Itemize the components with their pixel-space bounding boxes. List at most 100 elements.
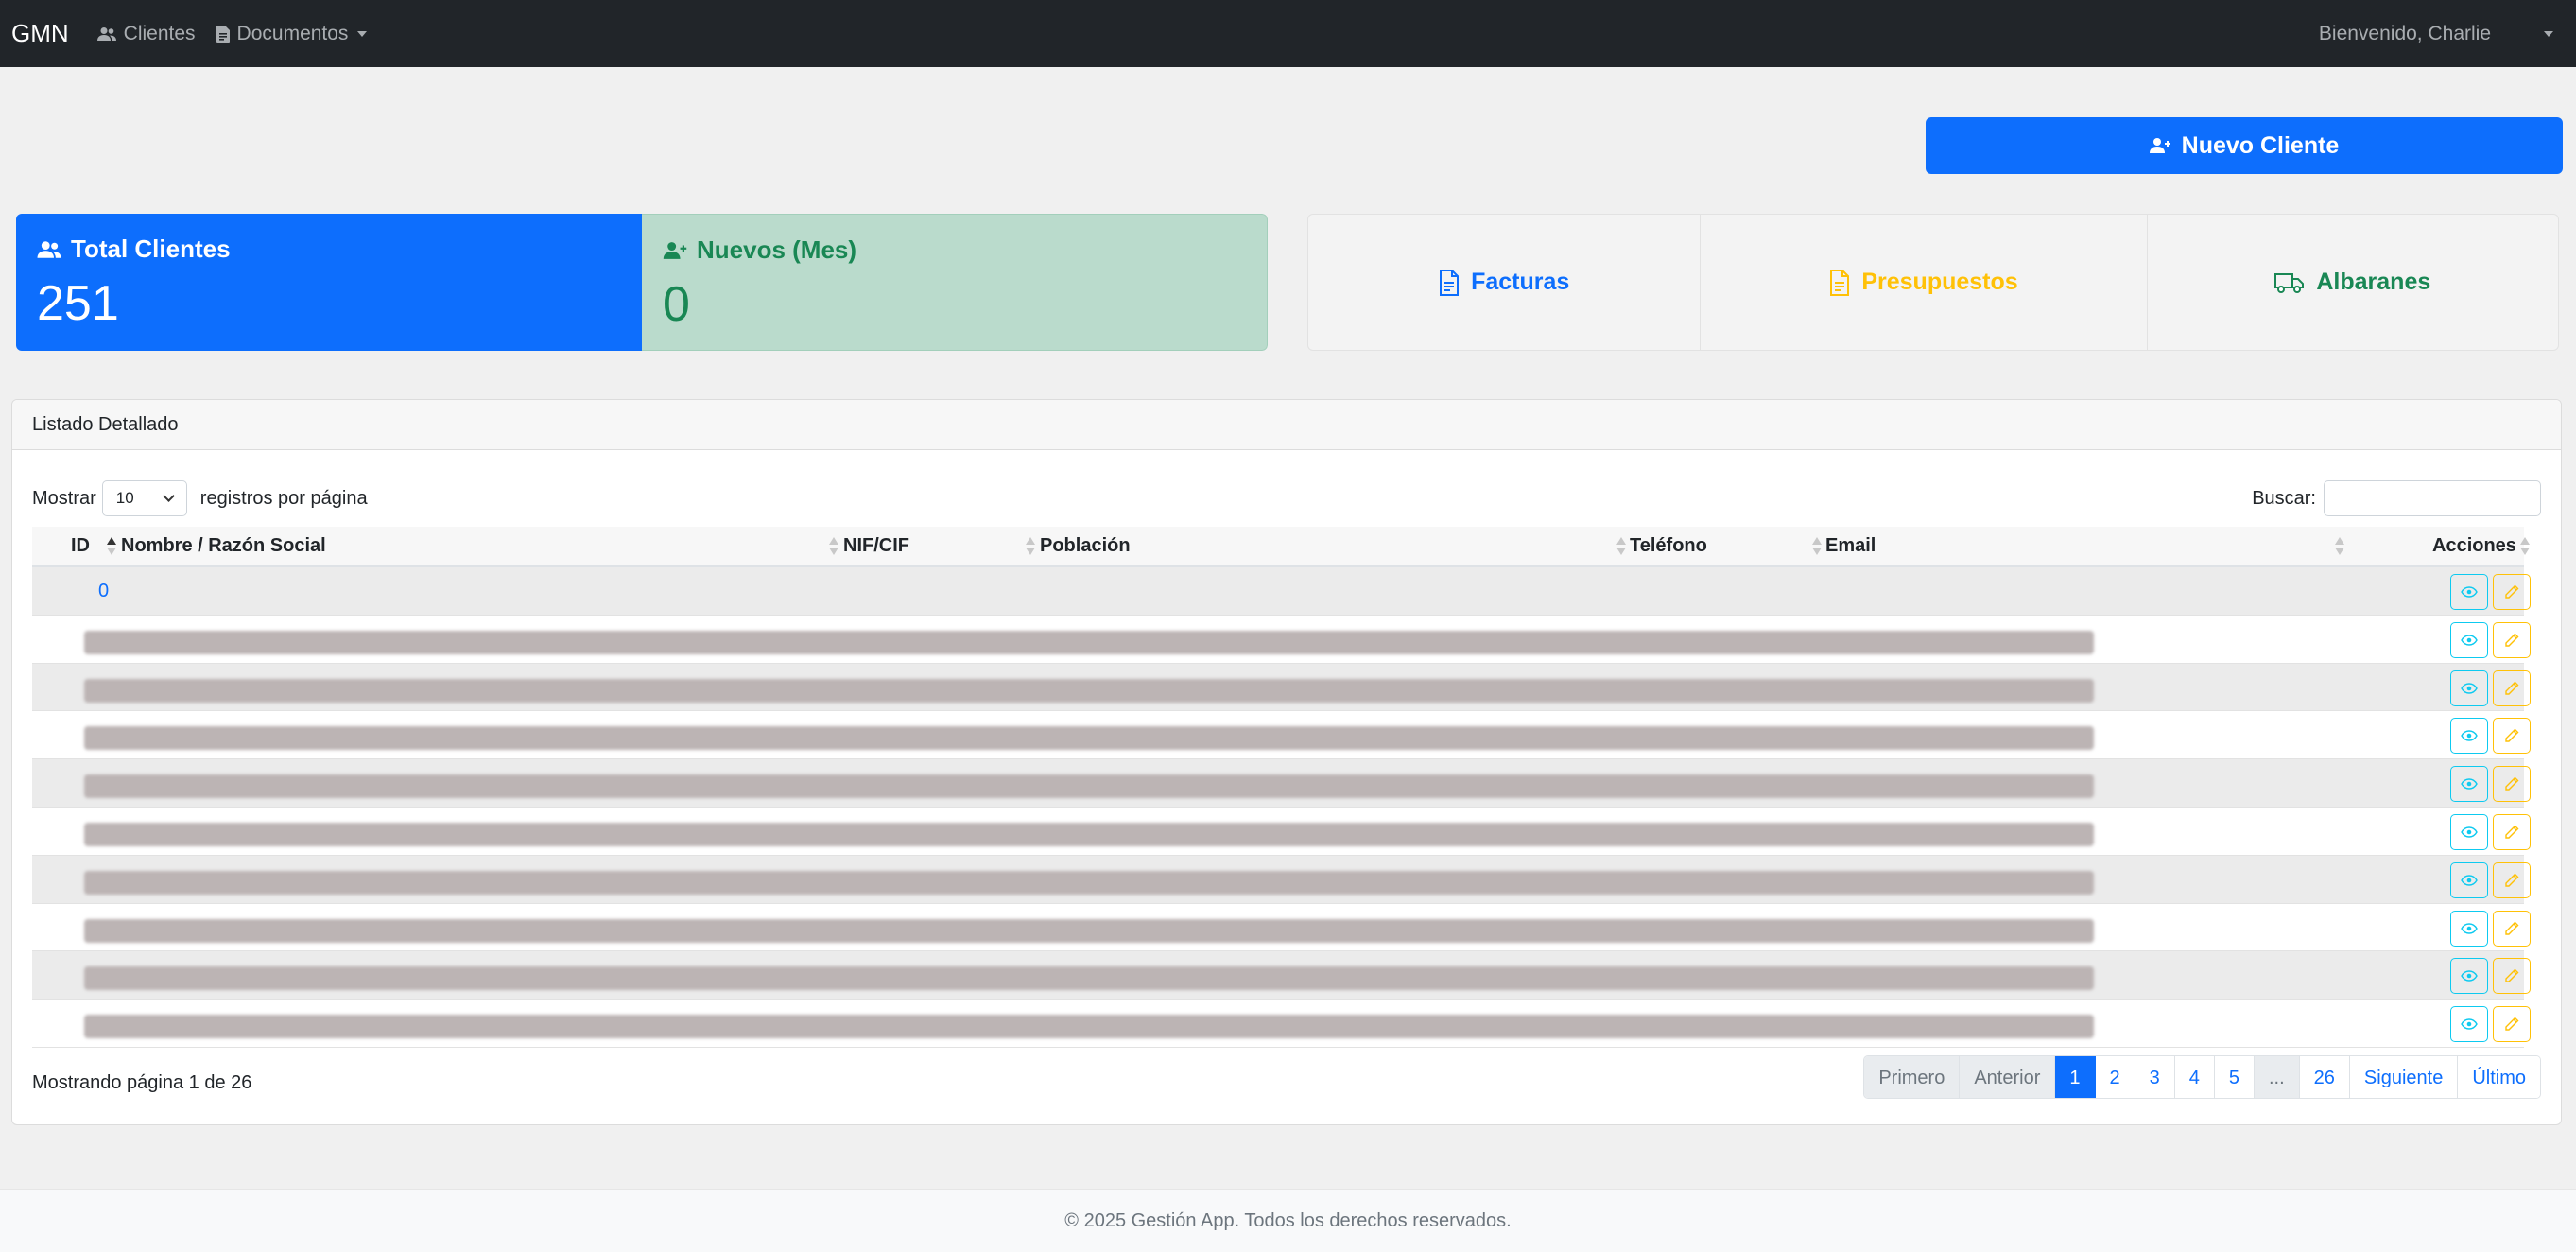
edit-button[interactable]	[2493, 718, 2531, 755]
page-3[interactable]: 3	[2135, 1056, 2175, 1098]
col-population[interactable]: Población	[1040, 527, 1131, 565]
page-next[interactable]: Siguiente	[2349, 1056, 2459, 1098]
page-size-select[interactable]: 10	[101, 480, 187, 516]
edit-button[interactable]	[2493, 861, 2531, 898]
page-last[interactable]: Último	[2458, 1056, 2540, 1098]
view-button[interactable]	[2450, 958, 2488, 995]
sort-icon	[2335, 537, 2344, 556]
table-row	[32, 855, 2531, 904]
new-clients-value: 0	[663, 277, 690, 332]
redacted-content	[84, 918, 2094, 943]
new-client-label: Nuevo Cliente	[2181, 131, 2340, 159]
col-nif-label: NIF/CIF	[843, 535, 909, 556]
view-button[interactable]	[2450, 718, 2488, 755]
presupuestos-link[interactable]: Presupuestos	[1701, 215, 2148, 350]
total-clients-card: Total Clientes 251	[16, 214, 642, 351]
col-email[interactable]: Email	[1825, 527, 1876, 565]
page-2[interactable]: 2	[2095, 1056, 2135, 1098]
view-button[interactable]	[2450, 766, 2488, 803]
user-greeting: Bienvenido, Charlie	[2318, 22, 2491, 44]
page-footer: © 2025 Gestión App. Todos los derechos r…	[0, 1189, 2576, 1252]
eye-icon	[2461, 970, 2478, 982]
new-client-button[interactable]: Nuevo Cliente	[1926, 117, 2563, 174]
edit-button[interactable]	[2493, 621, 2531, 658]
table-row	[32, 711, 2531, 760]
edit-button[interactable]	[2493, 1006, 2531, 1043]
page-5[interactable]: 5	[2214, 1056, 2255, 1098]
albaranes-link[interactable]: Albaranes	[2148, 215, 2558, 350]
view-button[interactable]	[2450, 669, 2488, 706]
user-menu-dropdown[interactable]: Bienvenido, Charlie	[2319, 0, 2553, 67]
eye-icon	[2461, 586, 2478, 598]
eye-icon	[2461, 682, 2478, 694]
col-actions[interactable]: Acciones	[2432, 527, 2516, 565]
table-body: 0	[32, 567, 2531, 1048]
page-ellipsis: ...	[2255, 1056, 2300, 1098]
redacted-content	[84, 966, 2094, 991]
eye-icon	[2461, 730, 2478, 742]
col-email-label: Email	[1825, 535, 1876, 556]
edit-button[interactable]	[2493, 669, 2531, 706]
user-plus-icon	[663, 241, 687, 259]
pagination-info: Mostrando página 1 de 26	[32, 1072, 252, 1093]
per-page-label: registros por página	[199, 487, 368, 509]
col-id[interactable]: ID	[71, 527, 90, 565]
pencil-icon	[2505, 681, 2519, 695]
sort-icon	[1616, 537, 1626, 556]
page-first[interactable]: Primero	[1864, 1056, 1961, 1098]
col-actions-label: Acciones	[2432, 535, 2516, 556]
nav-clientes[interactable]: Clientes	[96, 22, 196, 45]
page-26[interactable]: 26	[2299, 1056, 2350, 1098]
col-phone[interactable]: Teléfono	[1630, 527, 1707, 565]
total-clients-label: Total Clientes	[71, 235, 231, 263]
pagination: Primero Anterior 1 2 3 4 5 ... 26 Siguie…	[1863, 1055, 2541, 1099]
table-row	[32, 904, 2531, 952]
page-4[interactable]: 4	[2174, 1056, 2215, 1098]
sort-icon	[1812, 537, 1822, 556]
page-1[interactable]: 1	[2055, 1056, 2096, 1098]
facturas-link[interactable]: Facturas	[1308, 215, 1702, 350]
page-length-control: Mostrar 10 registros por página	[32, 480, 368, 516]
page-prev[interactable]: Anterior	[1960, 1056, 2056, 1098]
col-name[interactable]: Nombre / Razón Social	[121, 527, 326, 565]
col-nif[interactable]: NIF/CIF	[843, 527, 909, 565]
edit-button[interactable]	[2493, 910, 2531, 947]
nav-clientes-label: Clientes	[123, 22, 196, 44]
nav-documentos-label: Documentos	[236, 22, 349, 44]
eye-icon	[2461, 875, 2478, 886]
users-icon	[96, 26, 116, 41]
caret-down-icon	[357, 30, 368, 37]
nav-documentos-dropdown[interactable]: Documentos	[216, 23, 368, 45]
pencil-icon	[2505, 968, 2519, 983]
edit-button[interactable]	[2493, 958, 2531, 995]
view-button[interactable]	[2450, 574, 2488, 610]
eye-icon	[2461, 1018, 2478, 1030]
table-row	[32, 759, 2531, 808]
col-id-label: ID	[71, 535, 90, 556]
eye-icon	[2461, 778, 2478, 790]
view-button[interactable]	[2450, 861, 2488, 898]
row-id-link[interactable]: 0	[98, 581, 109, 602]
user-plus-icon	[2149, 138, 2170, 153]
view-button[interactable]	[2450, 621, 2488, 658]
sort-icon	[829, 537, 838, 556]
edit-button[interactable]	[2493, 813, 2531, 850]
pencil-icon	[2505, 1017, 2519, 1031]
col-phone-label: Teléfono	[1630, 535, 1707, 556]
view-button[interactable]	[2450, 910, 2488, 947]
clients-list-card: Listado Detallado Mostrar 10 registros p…	[11, 399, 2562, 1125]
eye-icon	[2461, 635, 2478, 646]
stats-cards: Total Clientes 251 Nuevos (Mes) 0	[16, 214, 1268, 351]
edit-button[interactable]	[2493, 574, 2531, 610]
card-header: Listado Detallado	[12, 400, 2561, 450]
pencil-icon	[2505, 584, 2519, 599]
search-input[interactable]	[2324, 480, 2541, 516]
brand-logo[interactable]: GMN	[11, 19, 69, 48]
table-row	[32, 616, 2531, 664]
view-button[interactable]	[2450, 813, 2488, 850]
sort-asc-icon	[107, 537, 116, 556]
search-label: Buscar:	[2252, 487, 2316, 509]
redacted-content	[84, 870, 2094, 895]
view-button[interactable]	[2450, 1006, 2488, 1043]
edit-button[interactable]	[2493, 766, 2531, 803]
